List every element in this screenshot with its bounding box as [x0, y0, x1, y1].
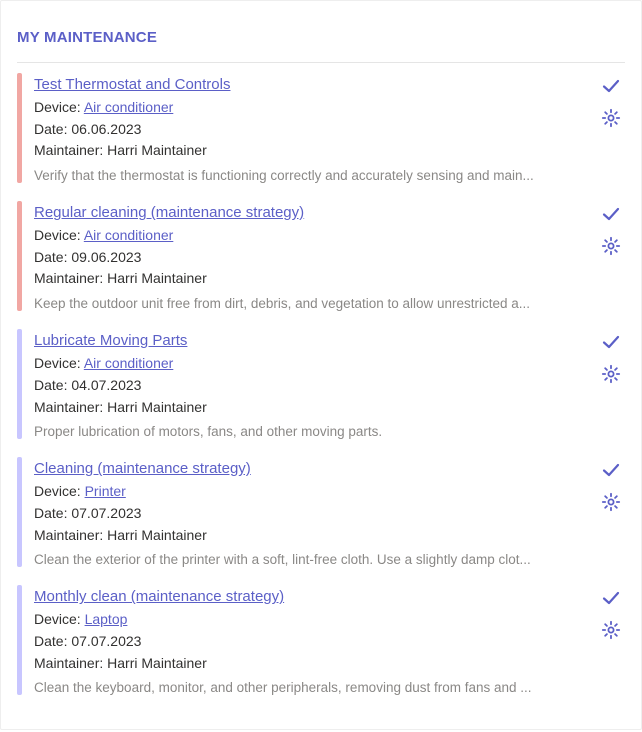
maintainer-label: Maintainer:	[34, 142, 107, 158]
date-value: 06.06.2023	[71, 121, 141, 137]
status-bar	[17, 201, 22, 311]
date-value: 07.07.2023	[71, 633, 141, 649]
maintainer-row: Maintainer: Harri Maintainer	[34, 140, 597, 162]
status-bar	[17, 585, 22, 695]
gear-icon	[601, 108, 621, 128]
device-link[interactable]: Air conditioner	[84, 99, 174, 115]
maintainer-value: Harri Maintainer	[107, 655, 207, 671]
date-row: Date: 09.06.2023	[34, 247, 597, 269]
gear-icon	[601, 236, 621, 256]
status-bar	[17, 329, 22, 439]
maintainer-label: Maintainer:	[34, 399, 107, 415]
device-row: Device: Air conditioner	[34, 97, 597, 119]
device-row: Device: Printer	[34, 481, 597, 503]
maintenance-list: Test Thermostat and Controls Device: Air…	[17, 73, 625, 695]
maintenance-title-link[interactable]: Cleaning (maintenance strategy)	[34, 460, 251, 477]
check-icon	[601, 76, 621, 96]
maintenance-panel: MY MAINTENANCE Test Thermostat and Contr…	[0, 0, 642, 730]
status-bar	[17, 457, 22, 567]
date-value: 07.07.2023	[71, 505, 141, 521]
maintenance-title-link[interactable]: Regular cleaning (maintenance strategy)	[34, 204, 304, 221]
device-label: Device:	[34, 355, 84, 371]
date-label: Date:	[34, 121, 71, 137]
maintainer-value: Harri Maintainer	[107, 399, 207, 415]
item-actions	[597, 585, 625, 695]
device-label: Device:	[34, 99, 84, 115]
date-row: Date: 06.06.2023	[34, 119, 597, 141]
maintenance-content: Monthly clean (maintenance strategy) Dev…	[34, 585, 597, 695]
maintenance-content: Test Thermostat and Controls Device: Air…	[34, 73, 597, 183]
check-icon	[601, 332, 621, 352]
settings-button[interactable]	[600, 235, 622, 257]
maintenance-title-link[interactable]: Test Thermostat and Controls	[34, 76, 230, 93]
date-label: Date:	[34, 633, 71, 649]
date-label: Date:	[34, 249, 71, 265]
maintenance-title-link[interactable]: Monthly clean (maintenance strategy)	[34, 588, 284, 605]
status-bar	[17, 73, 22, 183]
date-value: 09.06.2023	[71, 249, 141, 265]
complete-button[interactable]	[600, 587, 622, 609]
gear-icon	[601, 492, 621, 512]
device-link[interactable]: Air conditioner	[84, 355, 174, 371]
section-title: MY MAINTENANCE	[17, 29, 625, 46]
item-actions	[597, 457, 625, 567]
complete-button[interactable]	[600, 75, 622, 97]
description-text: Clean the exterior of the printer with a…	[34, 552, 597, 567]
check-icon	[601, 204, 621, 224]
item-actions	[597, 201, 625, 311]
maintainer-label: Maintainer:	[34, 655, 107, 671]
date-row: Date: 07.07.2023	[34, 631, 597, 653]
device-link[interactable]: Printer	[85, 483, 126, 499]
device-link[interactable]: Air conditioner	[84, 227, 174, 243]
device-label: Device:	[34, 227, 84, 243]
gear-icon	[601, 364, 621, 384]
maintenance-item: Cleaning (maintenance strategy) Device: …	[17, 457, 625, 567]
device-label: Device:	[34, 483, 85, 499]
settings-button[interactable]	[600, 363, 622, 385]
device-row: Device: Air conditioner	[34, 353, 597, 375]
maintainer-label: Maintainer:	[34, 270, 107, 286]
maintenance-item: Regular cleaning (maintenance strategy) …	[17, 201, 625, 311]
maintenance-content: Cleaning (maintenance strategy) Device: …	[34, 457, 597, 567]
device-link[interactable]: Laptop	[85, 611, 128, 627]
maintainer-row: Maintainer: Harri Maintainer	[34, 397, 597, 419]
maintenance-item: Lubricate Moving Parts Device: Air condi…	[17, 329, 625, 439]
gear-icon	[601, 620, 621, 640]
check-icon	[601, 460, 621, 480]
settings-button[interactable]	[600, 491, 622, 513]
complete-button[interactable]	[600, 331, 622, 353]
maintenance-content: Lubricate Moving Parts Device: Air condi…	[34, 329, 597, 439]
item-actions	[597, 73, 625, 183]
device-row: Device: Air conditioner	[34, 225, 597, 247]
maintainer-value: Harri Maintainer	[107, 270, 207, 286]
maintainer-value: Harri Maintainer	[107, 142, 207, 158]
maintenance-content: Regular cleaning (maintenance strategy) …	[34, 201, 597, 311]
check-icon	[601, 588, 621, 608]
complete-button[interactable]	[600, 203, 622, 225]
maintainer-row: Maintainer: Harri Maintainer	[34, 268, 597, 290]
maintenance-item: Monthly clean (maintenance strategy) Dev…	[17, 585, 625, 695]
settings-button[interactable]	[600, 107, 622, 129]
date-row: Date: 07.07.2023	[34, 503, 597, 525]
maintainer-label: Maintainer:	[34, 527, 107, 543]
date-label: Date:	[34, 377, 71, 393]
description-text: Clean the keyboard, monitor, and other p…	[34, 680, 597, 695]
maintainer-row: Maintainer: Harri Maintainer	[34, 653, 597, 675]
device-row: Device: Laptop	[34, 609, 597, 631]
maintainer-value: Harri Maintainer	[107, 527, 207, 543]
date-row: Date: 04.07.2023	[34, 375, 597, 397]
date-label: Date:	[34, 505, 71, 521]
settings-button[interactable]	[600, 619, 622, 641]
maintainer-row: Maintainer: Harri Maintainer	[34, 525, 597, 547]
complete-button[interactable]	[600, 459, 622, 481]
divider	[17, 62, 625, 63]
description-text: Verify that the thermostat is functionin…	[34, 168, 597, 183]
description-text: Proper lubrication of motors, fans, and …	[34, 424, 597, 439]
date-value: 04.07.2023	[71, 377, 141, 393]
maintenance-title-link[interactable]: Lubricate Moving Parts	[34, 332, 187, 349]
description-text: Keep the outdoor unit free from dirt, de…	[34, 296, 597, 311]
item-actions	[597, 329, 625, 439]
maintenance-item: Test Thermostat and Controls Device: Air…	[17, 73, 625, 183]
device-label: Device:	[34, 611, 85, 627]
